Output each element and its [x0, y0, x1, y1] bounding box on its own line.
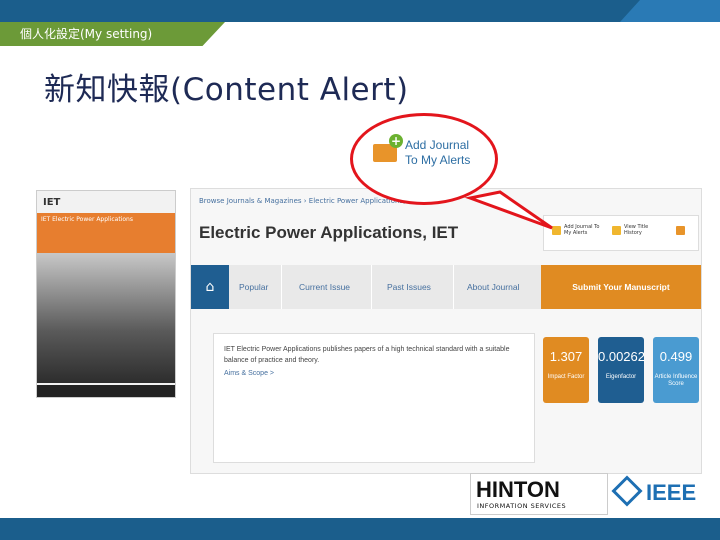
metric-label: Article Influence Score — [654, 374, 698, 387]
journal-nav: ⌂ Popular Current Issue Past Issues Abou… — [191, 265, 701, 309]
metric-value: 0.00262 — [598, 349, 645, 364]
ieee-diamond-icon — [611, 475, 643, 507]
metric-label: Eigenfactor — [605, 374, 637, 380]
submit-manuscript-button[interactable]: Submit Your Manuscript — [541, 265, 701, 309]
top-banner-accent — [620, 0, 720, 22]
metric-eigenfactor: 0.00262 Eigenfactor — [598, 337, 645, 403]
nav-divider — [281, 265, 282, 309]
metric-label: Impact Factor — [547, 374, 585, 380]
journal-description: IET Electric Power Applications publishe… — [224, 346, 510, 364]
tab-current-issue[interactable]: Current Issue — [299, 265, 350, 309]
journal-cover: IET IET Electric Power Applications — [36, 190, 176, 398]
slide-title: 新知快報(Content Alert) — [44, 72, 409, 108]
history-icon[interactable] — [612, 226, 621, 235]
home-icon[interactable]: ⌂ — [191, 265, 229, 309]
nav-divider — [371, 265, 372, 309]
tab-past-issues[interactable]: Past Issues — [387, 265, 431, 309]
mail-icon[interactable] — [552, 226, 561, 235]
metric-value: 1.307 — [549, 349, 583, 364]
hinton-subtitle: INFORMATION SERVICES — [477, 502, 567, 510]
tab-popular[interactable]: Popular — [239, 265, 268, 309]
hinton-logo: HINTON INFORMATION SERVICES — [470, 473, 608, 515]
cover-footer — [37, 385, 175, 397]
breadcrumb[interactable]: Browse Journals & Magazines › Electric P… — [199, 197, 410, 205]
callout-line: To My Alerts — [405, 153, 471, 167]
journal-title: Electric Power Applications, IET — [199, 223, 459, 242]
cover-brand: IET — [43, 197, 61, 208]
nav-divider — [453, 265, 454, 309]
view-title-history-link[interactable]: View Title History — [624, 224, 664, 236]
cover-title: IET Electric Power Applications — [41, 216, 133, 223]
journal-tools: Add Journal To My Alerts View Title Hist… — [543, 215, 699, 251]
plus-icon: + — [389, 134, 403, 148]
journal-page-screenshot: Browse Journals & Magazines › Electric P… — [190, 188, 702, 474]
hinton-wordmark: HINTON — [476, 477, 560, 502]
callout-line: Add Journal — [405, 138, 470, 152]
top-banner — [0, 0, 720, 22]
ieee-wordmark: IEEE — [646, 480, 697, 505]
bottom-banner — [0, 518, 720, 540]
ieee-logo: IEEE — [611, 475, 697, 508]
add-alert-link[interactable]: Add Journal To My Alerts — [564, 224, 604, 236]
aims-scope-link[interactable]: Aims & Scope > — [224, 370, 274, 377]
metric-article-influence: 0.499 Article Influence Score — [653, 337, 699, 403]
journal-description-panel: IET Electric Power Applications publishe… — [213, 333, 535, 463]
metric-impact-factor: 1.307 Impact Factor — [543, 337, 589, 403]
tab-about-journal[interactable]: About Journal — [467, 265, 519, 309]
callout-bubble: + Add Journal To My Alerts — [350, 113, 498, 205]
cover-photo — [37, 253, 175, 383]
callout-text[interactable]: Add Journal To My Alerts — [405, 138, 470, 168]
metric-value: 0.499 — [659, 349, 693, 364]
section-tag: 個人化設定(My setting) — [0, 22, 225, 46]
rss-icon[interactable] — [676, 226, 685, 235]
cover-band: IET Electric Power Applications — [37, 213, 175, 253]
